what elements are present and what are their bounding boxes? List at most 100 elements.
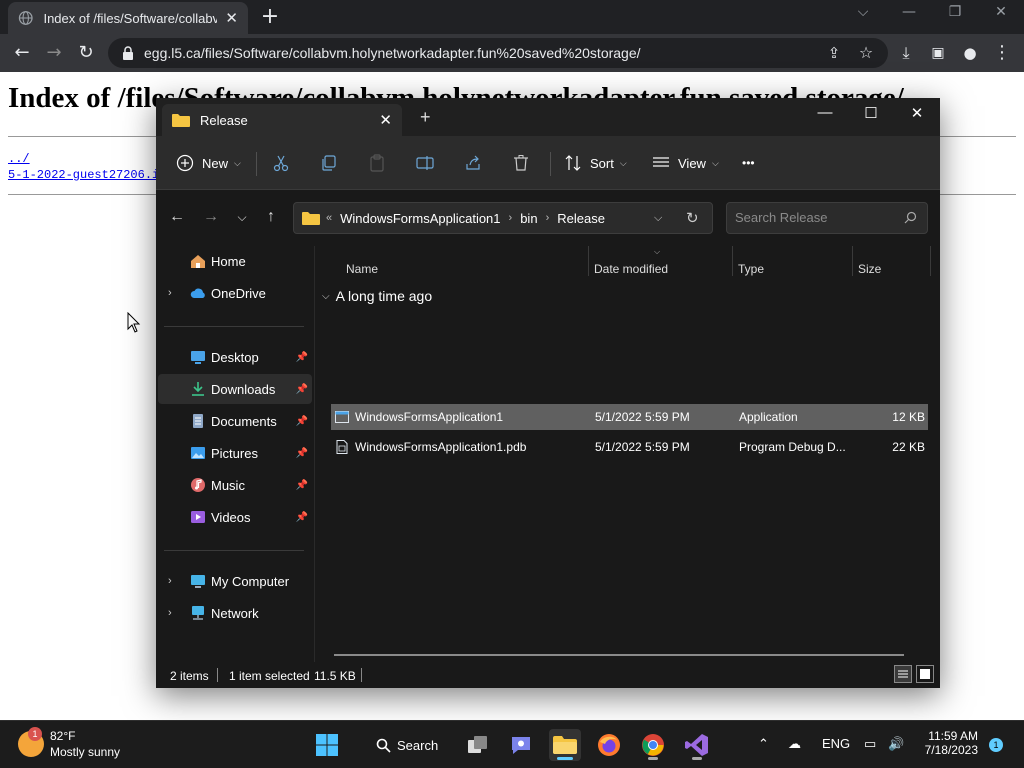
task-view-button[interactable] xyxy=(462,729,494,761)
up-icon[interactable]: ↑ xyxy=(260,208,282,226)
sort-label: Sort xyxy=(590,155,614,171)
profile-icon[interactable]: ● xyxy=(958,41,982,65)
browser-tab[interactable]: Index of /files/Software/collabvm.holyne… xyxy=(8,2,248,34)
cut-button[interactable] xyxy=(272,152,298,174)
network-icon xyxy=(192,606,204,620)
close-window-icon[interactable]: ✕ xyxy=(986,4,1016,20)
sidebar-item-label: Network xyxy=(211,605,259,621)
pin-icon[interactable]: 📌 xyxy=(296,512,308,523)
column-header-type[interactable]: Type xyxy=(738,262,764,276)
address-bar[interactable]: « WindowsFormsApplication1 › bin › Relea… xyxy=(293,202,713,234)
column-divider[interactable] xyxy=(732,246,733,276)
sidebar-item-videos[interactable]: Videos 📌 xyxy=(158,502,312,532)
taskbar-search-button[interactable]: Search xyxy=(364,731,460,759)
start-button[interactable] xyxy=(311,729,343,761)
pin-icon[interactable]: 📌 xyxy=(296,352,308,363)
group-header[interactable]: ⌵ A long time ago xyxy=(322,288,432,304)
breadcrumb-item[interactable]: WindowsFormsApplication1 xyxy=(340,211,500,226)
sidebar-item-label: Downloads xyxy=(211,381,276,397)
network-status-icon[interactable]: ▭ xyxy=(864,736,876,752)
sidebar-item-network[interactable]: › Network xyxy=(158,598,312,628)
column-header-size[interactable]: Size xyxy=(858,262,881,276)
tab-search-icon[interactable]: ⌵ xyxy=(848,4,878,20)
pane-divider[interactable] xyxy=(314,246,315,662)
forward-icon[interactable]: → xyxy=(200,208,222,226)
large-icons-view-icon[interactable] xyxy=(916,665,934,683)
minimize-icon[interactable]: — xyxy=(894,4,924,20)
chevron-down-icon[interactable]: ⌵ xyxy=(654,212,662,225)
reload-icon[interactable]: ↻ xyxy=(74,41,98,65)
sidebar-item-onedrive[interactable]: › OneDrive xyxy=(158,278,312,308)
menu-icon[interactable]: ⋮ xyxy=(990,41,1014,65)
sidebar-item-pictures[interactable]: Pictures 📌 xyxy=(158,438,312,468)
chat-app-button[interactable] xyxy=(505,729,537,761)
show-hidden-icons-icon[interactable]: ⌃ xyxy=(758,736,769,752)
view-button[interactable]: View ⌵ xyxy=(652,152,719,174)
column-divider[interactable] xyxy=(930,246,931,276)
recent-locations-icon[interactable]: ⌵ xyxy=(231,210,253,225)
download-icon[interactable]: ⤓ xyxy=(894,41,918,65)
file-row[interactable]: WindowsFormsApplication1.pdb 5/1/2022 5:… xyxy=(331,434,928,460)
share-button[interactable] xyxy=(464,152,490,174)
language-indicator[interactable]: ENG xyxy=(822,736,850,751)
volume-icon[interactable]: 🔊 xyxy=(888,736,904,752)
sidebar-item-documents[interactable]: Documents 📌 xyxy=(158,406,312,436)
restore-icon[interactable]: ❐ xyxy=(940,4,970,20)
file-explorer-app-button[interactable] xyxy=(549,729,581,761)
paste-button[interactable] xyxy=(368,152,394,174)
visual-studio-app-button[interactable] xyxy=(681,729,713,761)
column-divider[interactable] xyxy=(588,246,589,276)
iso-file-link[interactable]: 5-1-2022-guest27206.iso xyxy=(8,168,174,182)
chevron-right-icon[interactable]: › xyxy=(168,575,172,587)
close-tab-icon[interactable]: ✕ xyxy=(225,9,238,27)
horizontal-scrollbar[interactable] xyxy=(334,654,904,656)
column-header-date[interactable]: Date modified xyxy=(594,262,668,276)
bookmark-star-icon[interactable]: ☆ xyxy=(854,41,878,65)
new-tab-button[interactable]: + xyxy=(420,107,431,128)
delete-button[interactable] xyxy=(512,152,538,174)
minimize-icon[interactable]: — xyxy=(810,104,840,121)
breadcrumb-overflow[interactable]: « xyxy=(326,212,332,224)
rename-button[interactable] xyxy=(416,152,442,174)
details-view-icon[interactable] xyxy=(894,665,912,683)
pin-icon[interactable]: 📌 xyxy=(296,480,308,491)
refresh-icon[interactable]: ↻ xyxy=(686,209,699,227)
search-input[interactable]: Search Release xyxy=(726,202,928,234)
copy-button[interactable] xyxy=(320,152,346,174)
side-panel-icon[interactable]: ▣ xyxy=(926,41,950,65)
chevron-right-icon[interactable]: › xyxy=(168,607,172,619)
firefox-app-button[interactable] xyxy=(593,729,625,761)
clock[interactable]: 11:59 AM 7/18/2023 xyxy=(918,729,978,757)
pin-icon[interactable]: 📌 xyxy=(296,448,308,459)
address-bar[interactable]: egg.l5.ca/files/Software/collabvm.holyne… xyxy=(108,38,888,68)
column-header-name[interactable]: Name xyxy=(346,262,378,276)
maximize-icon[interactable]: ☐ xyxy=(856,104,886,122)
notification-badge[interactable]: 1 xyxy=(989,738,1003,752)
sidebar-item-music[interactable]: Music 📌 xyxy=(158,470,312,500)
file-row[interactable]: WindowsFormsApplication1 5/1/2022 5:59 P… xyxy=(331,404,928,430)
sidebar-item-my-computer[interactable]: › My Computer xyxy=(158,566,312,596)
sidebar-item-home[interactable]: Home xyxy=(158,246,312,276)
back-icon[interactable]: ← xyxy=(10,41,34,65)
pin-icon[interactable]: 📌 xyxy=(296,384,308,395)
sort-button[interactable]: Sort ⌵ xyxy=(564,152,627,174)
chrome-app-button[interactable] xyxy=(637,729,669,761)
parent-dir-link[interactable]: ../ xyxy=(8,152,30,166)
new-tab-button[interactable]: + xyxy=(258,5,282,29)
explorer-tab[interactable]: Release ✕ xyxy=(162,104,402,136)
chevron-right-icon[interactable]: › xyxy=(168,287,172,299)
share-icon[interactable]: ⇪ xyxy=(822,41,846,65)
more-options-button[interactable]: ••• xyxy=(742,152,755,174)
new-button[interactable]: New ⌵ xyxy=(176,152,241,174)
forward-icon[interactable]: → xyxy=(42,41,66,65)
sidebar-item-downloads[interactable]: Downloads 📌 xyxy=(158,374,312,404)
back-icon[interactable]: ← xyxy=(166,208,188,226)
breadcrumb-item[interactable]: bin xyxy=(520,211,537,226)
sidebar-item-desktop[interactable]: Desktop 📌 xyxy=(158,342,312,372)
pin-icon[interactable]: 📌 xyxy=(296,416,308,427)
onedrive-status-icon[interactable]: ☁ xyxy=(788,736,801,752)
close-window-icon[interactable]: ✕ xyxy=(902,104,932,122)
close-tab-icon[interactable]: ✕ xyxy=(379,111,392,129)
column-divider[interactable] xyxy=(852,246,853,276)
breadcrumb-item[interactable]: Release xyxy=(557,211,605,226)
